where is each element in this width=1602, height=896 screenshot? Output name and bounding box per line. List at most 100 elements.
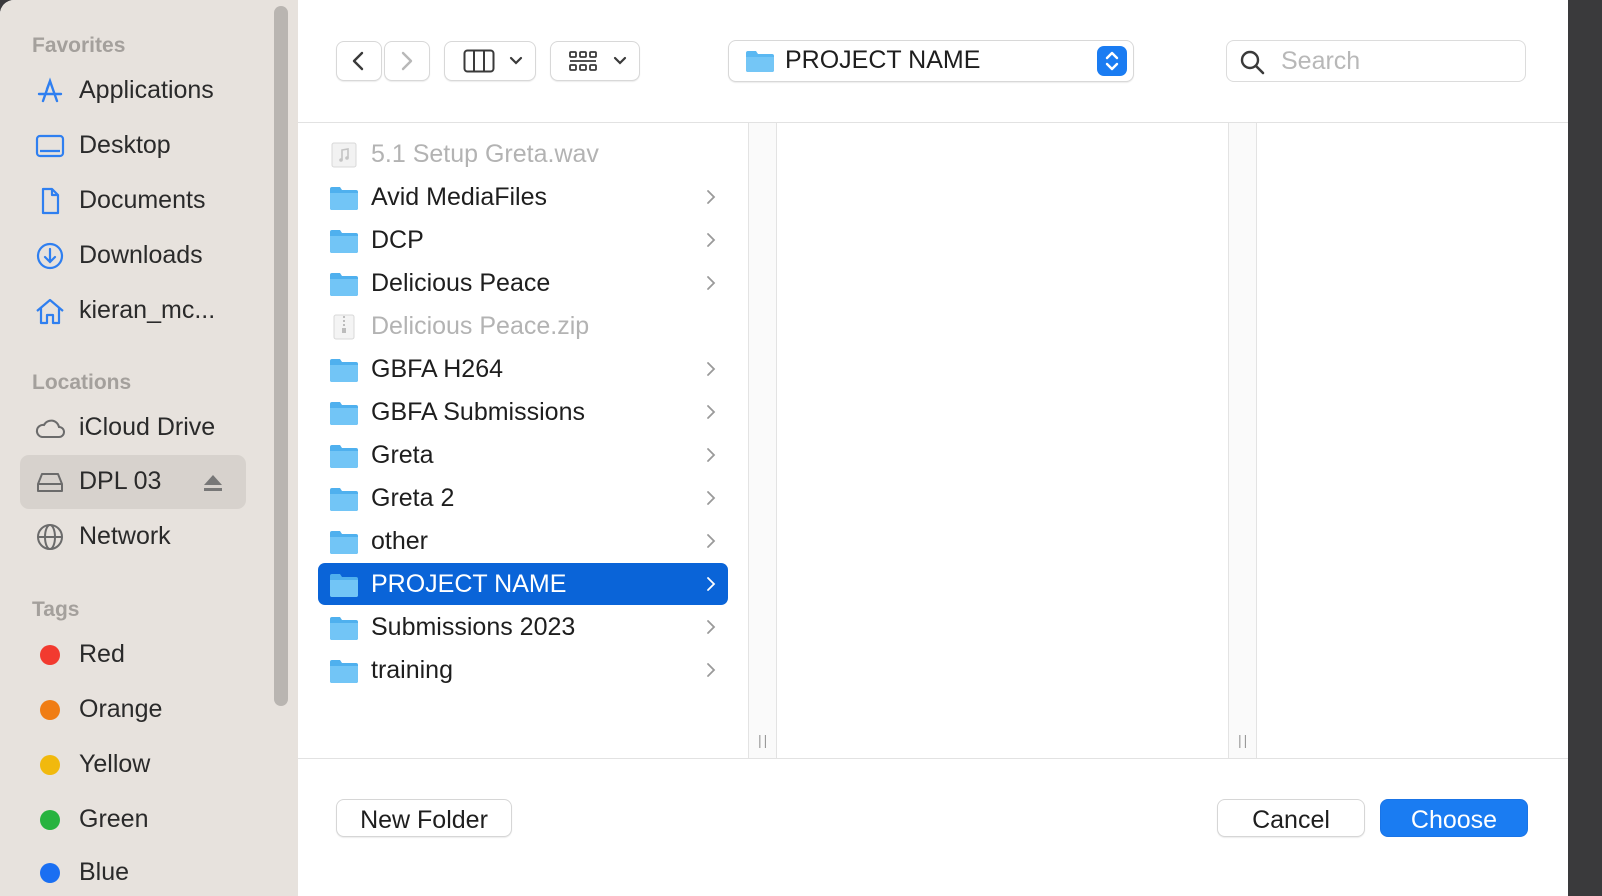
view-mode-button[interactable] [444, 41, 536, 81]
globe-icon [34, 523, 66, 551]
tag-dot-icon [40, 755, 60, 775]
item-label: PROJECT NAME [371, 570, 567, 598]
cancel-button[interactable]: Cancel [1217, 799, 1365, 837]
list-item[interactable]: GBFA Submissions [318, 391, 728, 433]
sidebar-tag-yellow[interactable]: Yellow [20, 738, 246, 792]
path-label: PROJECT NAME [785, 46, 981, 74]
sidebar-item-documents[interactable]: Documents [20, 174, 246, 228]
folder-icon [330, 187, 358, 210]
sidebar-heading-favorites: Favorites [32, 34, 126, 57]
column-browser: 5.1 Setup Greta.wav Avid MediaFiles DCP … [298, 123, 1568, 758]
column-resize-handle[interactable]: || [1228, 123, 1257, 758]
tag-dot-icon [40, 645, 60, 665]
search-input[interactable] [1279, 45, 1513, 77]
chevron-down-icon [613, 56, 627, 65]
download-icon [34, 242, 66, 270]
list-item[interactable]: Avid MediaFiles [318, 176, 728, 218]
sidebar-heading-tags: Tags [32, 598, 80, 621]
back-button[interactable] [336, 41, 382, 81]
sidebar-item-home[interactable]: kieran_mc... [20, 284, 246, 338]
choose-button[interactable]: Choose [1380, 799, 1528, 837]
sidebar-item-label: Documents [79, 186, 206, 214]
sidebar-scrollbar[interactable] [274, 6, 288, 706]
item-label: Greta 2 [371, 484, 455, 512]
folder-icon [746, 51, 774, 72]
chevron-right-icon [401, 51, 413, 71]
folder-icon [330, 230, 358, 253]
column-resize-handle[interactable]: || [748, 123, 777, 758]
folder-icon [330, 660, 358, 683]
chevron-right-icon [707, 276, 716, 290]
search-field[interactable] [1226, 40, 1526, 82]
eject-icon[interactable] [202, 473, 224, 493]
chevron-right-icon [707, 233, 716, 247]
list-item-selected[interactable]: PROJECT NAME [318, 563, 728, 605]
home-icon [34, 297, 66, 325]
chevron-right-icon [707, 362, 716, 376]
dialog-footer: New Folder Cancel Choose [298, 758, 1568, 896]
column-2 [776, 123, 1228, 758]
new-folder-button[interactable]: New Folder [336, 799, 512, 837]
sidebar-item-downloads[interactable]: Downloads [20, 229, 246, 283]
chevron-right-icon [707, 190, 716, 204]
list-item[interactable]: training [318, 649, 728, 691]
applications-icon [34, 77, 66, 105]
toolbar: PROJECT NAME [298, 0, 1568, 123]
column-1: 5.1 Setup Greta.wav Avid MediaFiles DCP … [298, 123, 748, 758]
chevron-left-icon [352, 51, 364, 71]
tag-dot-icon [40, 863, 60, 883]
tag-dot-icon [40, 700, 60, 720]
sidebar-tag-green[interactable]: Green [20, 793, 246, 847]
resize-grip-icon: || [1238, 732, 1250, 748]
list-item[interactable]: Submissions 2023 [318, 606, 728, 648]
sidebar-item-label: iCloud Drive [79, 413, 216, 441]
item-label: Avid MediaFiles [371, 183, 548, 211]
folder-icon [330, 445, 358, 468]
sidebar-item-network[interactable]: Network [20, 510, 246, 564]
sidebar-item-label: Network [79, 522, 171, 550]
search-icon [1240, 50, 1265, 75]
list-item[interactable]: Greta 2 [318, 477, 728, 519]
sidebar-tag-orange[interactable]: Orange [20, 683, 246, 737]
chevron-right-icon [707, 405, 716, 419]
list-item[interactable]: Greta [318, 434, 728, 476]
sidebar-item-label: kieran_mc... [79, 296, 216, 324]
cloud-icon [34, 414, 66, 442]
sidebar-item-label: Green [79, 805, 149, 833]
list-item[interactable]: Delicious Peace [318, 262, 728, 304]
sidebar-item-label: Yellow [79, 750, 151, 778]
sidebar-item-icloud[interactable]: iCloud Drive [20, 401, 246, 455]
audio-file-icon [331, 142, 357, 168]
path-popup[interactable]: PROJECT NAME [728, 40, 1134, 82]
chevron-right-icon [707, 534, 716, 548]
item-label: 5.1 Setup Greta.wav [371, 140, 599, 168]
item-label: other [371, 527, 428, 555]
sidebar-item-label: Downloads [79, 241, 203, 269]
sidebar: Favorites Applications Desktop Documents… [0, 0, 299, 896]
chevron-right-icon [707, 620, 716, 634]
sidebar-tag-red[interactable]: Red [20, 628, 246, 682]
sidebar-item-applications[interactable]: Applications [20, 64, 246, 118]
group-by-button[interactable] [550, 41, 640, 81]
item-label: GBFA Submissions [371, 398, 585, 426]
list-item[interactable]: other [318, 520, 728, 562]
item-label: Submissions 2023 [371, 613, 576, 641]
zip-file-icon [333, 314, 355, 340]
item-label: Greta [371, 441, 434, 469]
folder-icon [330, 488, 358, 511]
chevron-down-icon [509, 56, 523, 65]
forward-button[interactable] [384, 41, 430, 81]
sidebar-item-dpl03[interactable]: DPL 03 [20, 455, 246, 509]
list-item[interactable]: DCP [318, 219, 728, 261]
sidebar-item-label: Orange [79, 695, 163, 723]
column-3 [1256, 123, 1568, 758]
list-item[interactable]: GBFA H264 [318, 348, 728, 390]
sidebar-item-desktop[interactable]: Desktop [20, 119, 246, 173]
sidebar-item-label: Blue [79, 858, 130, 886]
list-item: 5.1 Setup Greta.wav [318, 133, 728, 175]
item-label: GBFA H264 [371, 355, 504, 383]
sidebar-tag-blue[interactable]: Blue [20, 846, 246, 896]
drive-icon [34, 468, 66, 496]
item-label: Delicious Peace.zip [371, 312, 590, 340]
sidebar-heading-locations: Locations [32, 371, 132, 394]
